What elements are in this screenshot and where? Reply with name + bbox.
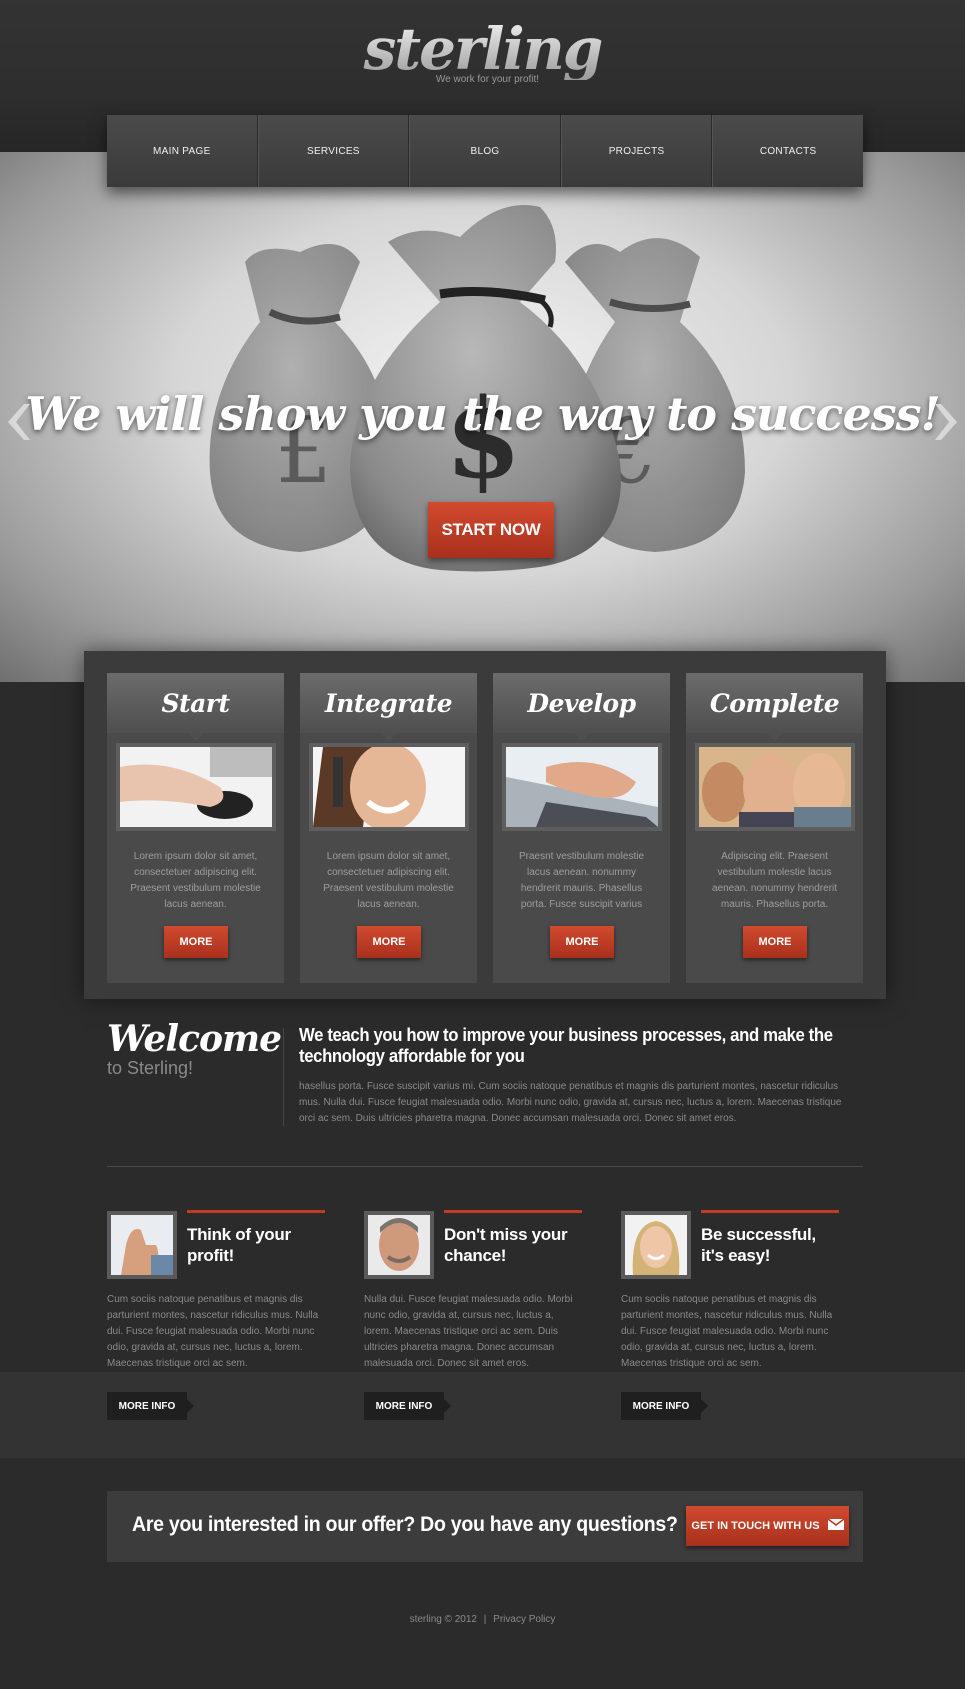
footer-separator: | [483,1614,487,1625]
card-header: Start [107,673,284,741]
info-column-success: Be successful, it's easy! Cum sociis nat… [621,1210,841,1430]
info-title: Think of your profit! [187,1225,291,1265]
info-column-profit: Think of your profit! Cum sociis natoque… [107,1210,327,1430]
footer: sterling © 2012 | Privacy Policy [0,1614,965,1625]
card-text: Lorem ipsum dolor sit amet, consectetuer… [130,851,261,910]
card-title: Start [161,688,230,718]
nav-blog[interactable]: BLOG [409,115,561,187]
feature-card-integrate: Integrate Lorem ipsum dolor sit amet, co… [300,673,477,983]
more-button[interactable]: MORE [357,926,421,958]
welcome-title: Welcome [107,1018,282,1060]
chevron-right-icon[interactable] [933,402,963,442]
hero-title: We will show you the way to success! [25,387,940,441]
welcome-body: hasellus porta. Fusce suscipit varius mi… [299,1081,842,1124]
feature-card-start: Start Lorem ipsum dolor sit amet, consec… [107,673,284,983]
get-in-touch-button[interactable]: GET IN TOUCH WITH US [686,1506,849,1546]
feature-card-develop: Develop Praesnt vestibulum molestie lacu… [493,673,670,983]
welcome-subtitle: to Sterling! [107,1058,194,1078]
welcome-heading: We teach you how to improve your busines… [299,1025,833,1066]
info-column-chance: Don't miss your chance! Nulla dui. Fusce… [364,1210,584,1430]
cta-text: Are you interested in our offer? Do you … [132,1513,678,1536]
card-text: Adipiscing elit. Praesent vestibulum mol… [711,851,838,910]
info-title: Be successful, it's easy! [701,1225,816,1265]
card-header: Integrate [300,673,477,741]
nav-main-page[interactable]: MAIN PAGE [107,115,258,187]
accent-bar [701,1210,839,1213]
logo[interactable]: sterling We work for your profit! [0,18,965,85]
more-info-button[interactable]: MORE INFO [364,1392,451,1420]
woman-on-phone-image [308,743,469,831]
more-info-button[interactable]: MORE INFO [621,1392,708,1420]
accent-bar [187,1210,325,1213]
chevron-left-icon[interactable] [2,402,32,442]
thumbs-up-image [107,1211,177,1279]
hand-on-mouse-image [115,743,276,831]
more-button[interactable]: MORE [164,926,228,958]
cta-button-label: GET IN TOUCH WITH US [691,1520,820,1532]
more-button[interactable]: MORE [550,926,614,958]
divider [107,1166,863,1167]
more-button[interactable]: MORE [743,926,807,958]
card-title: Develop [527,688,636,718]
business-people-image [694,743,855,831]
logo-text[interactable]: sterling [0,18,965,80]
hero-slider: £ € $ We will show you the way to succes… [0,152,965,682]
nav-contacts[interactable]: CONTACTS [712,115,863,187]
privacy-policy-link[interactable]: Privacy Policy [493,1614,555,1625]
card-header: Complete [686,673,863,741]
smiling-man-image [364,1211,434,1279]
info-text: Cum sociis natoque penatibus et magnis d… [621,1294,833,1369]
info-title: Don't miss your chance! [444,1225,568,1265]
card-header: Develop [493,673,670,741]
divider [283,1028,284,1126]
feature-card-complete: Complete Adipiscing elit. Praesent vesti… [686,673,863,983]
features-section: Start Lorem ipsum dolor sit amet, consec… [84,651,886,999]
info-text: Cum sociis natoque penatibus et magnis d… [107,1294,319,1369]
hands-on-laptop-image [501,743,662,831]
nav-services[interactable]: SERVICES [257,115,410,187]
accent-bar [444,1210,582,1213]
welcome-content: We teach you how to improve your busines… [299,1025,859,1127]
cta-banner: Are you interested in our offer? Do you … [107,1491,863,1562]
copyright: sterling © 2012 [409,1614,477,1625]
card-title: Complete [709,688,840,718]
smiling-woman-image [621,1211,691,1279]
start-now-button[interactable]: START NOW [428,502,554,558]
card-title: Integrate [324,688,453,718]
info-text: Nulla dui. Fusce feugiat malesuada odio.… [364,1294,573,1369]
main-nav: MAIN PAGE SERVICES BLOG PROJECTS CONTACT… [107,115,863,187]
card-text: Lorem ipsum dolor sit amet, consectetuer… [323,851,454,910]
welcome-block: Welcome to Sterling! [107,1018,282,1079]
tagline: We work for your profit! [435,74,540,85]
nav-projects[interactable]: PROJECTS [560,115,713,187]
envelope-icon [827,1518,845,1533]
more-info-button[interactable]: MORE INFO [107,1392,194,1420]
card-text: Praesnt vestibulum molestie lacus aenean… [518,851,645,910]
